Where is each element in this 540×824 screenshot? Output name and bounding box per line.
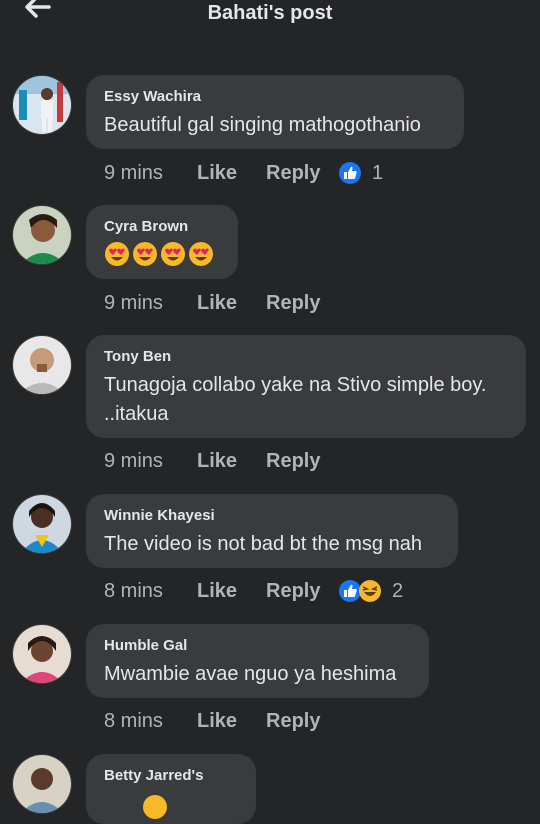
reply-button[interactable]: Reply [266,162,338,185]
comment-bubble: Essy Wachira Beautiful gal singing matho… [86,75,464,149]
like-button[interactable]: Like [197,162,266,185]
comment-time[interactable]: 9 mins [104,292,197,315]
emoji-icon [143,795,167,819]
comment-time[interactable]: 9 mins [104,162,197,185]
reaction-summary[interactable]: 1 [338,161,383,185]
reply-button[interactable]: Reply [266,580,338,603]
reaction-count: 1 [372,161,384,184]
reply-button[interactable]: Reply [266,450,338,473]
comment-bubble: Cyra Brown [86,205,238,279]
comment-bubble: Tony Ben Tunagoja collabo yake na Stivo … [86,335,526,438]
comment-author[interactable]: Humble Gal [104,637,411,654]
comment-author[interactable]: Tony Ben [104,348,508,365]
reply-button[interactable]: Reply [266,710,338,733]
comment-time[interactable]: 8 mins [104,580,197,603]
comment-bubble: Humble Gal Mwambie avae nguo ya heshima [86,624,429,698]
avatar[interactable] [12,205,72,265]
avatar[interactable] [12,624,72,684]
emoji-row [104,241,220,267]
comment-author[interactable]: Winnie Khayesi [104,507,440,524]
comment-text: Beautiful gal singing mathogothanio [104,114,421,136]
comment-actions: 8 mins Like Reply [104,709,338,733]
comment-text-line: Tunagoja collabo yake na Stivo simple bo… [104,374,487,396]
avatar[interactable] [12,335,72,395]
comment-author[interactable]: Essy Wachira [104,88,446,105]
comment-bubble: Winnie Khayesi The video is not bad bt t… [86,494,458,568]
like-button[interactable]: Like [197,710,266,733]
like-reaction-icon [339,162,361,184]
comment-actions: 9 mins Like Reply 1 [104,161,383,185]
heart-eyes-emoji-icon [105,242,129,266]
comment-actions: 9 mins Like Reply [104,449,338,473]
avatar[interactable] [12,754,72,814]
top-bar: Bahati's post [0,0,540,38]
like-button[interactable]: Like [197,450,266,473]
comment-time[interactable]: 9 mins [104,450,197,473]
heart-eyes-emoji-icon [189,242,213,266]
page-title: Bahati's post [207,2,333,24]
reaction-count: 2 [392,579,404,602]
comment-actions: 9 mins Like Reply [104,291,338,315]
comment-actions: 8 mins Like Reply 2 [104,579,403,603]
reply-button[interactable]: Reply [266,292,338,315]
comment-bubble: Betty Jarred's [86,754,256,824]
avatar[interactable] [12,494,72,554]
comment-time[interactable]: 8 mins [104,710,197,733]
heart-eyes-emoji-icon [133,242,157,266]
like-button[interactable]: Like [197,292,266,315]
avatar[interactable] [12,75,72,135]
like-button[interactable]: Like [197,580,266,603]
comment-text: Mwambie avae nguo ya heshima [104,663,397,685]
haha-reaction-icon [359,580,381,602]
comment-author[interactable]: Betty Jarred's [104,767,238,784]
heart-eyes-emoji-icon [161,242,185,266]
comment-author[interactable]: Cyra Brown [104,218,220,235]
reaction-summary[interactable]: 2 [338,579,403,603]
emoji-row [142,794,238,820]
comment-text: The video is not bad bt the msg nah [104,533,422,555]
comment-text-line: ..itakua [104,403,169,425]
